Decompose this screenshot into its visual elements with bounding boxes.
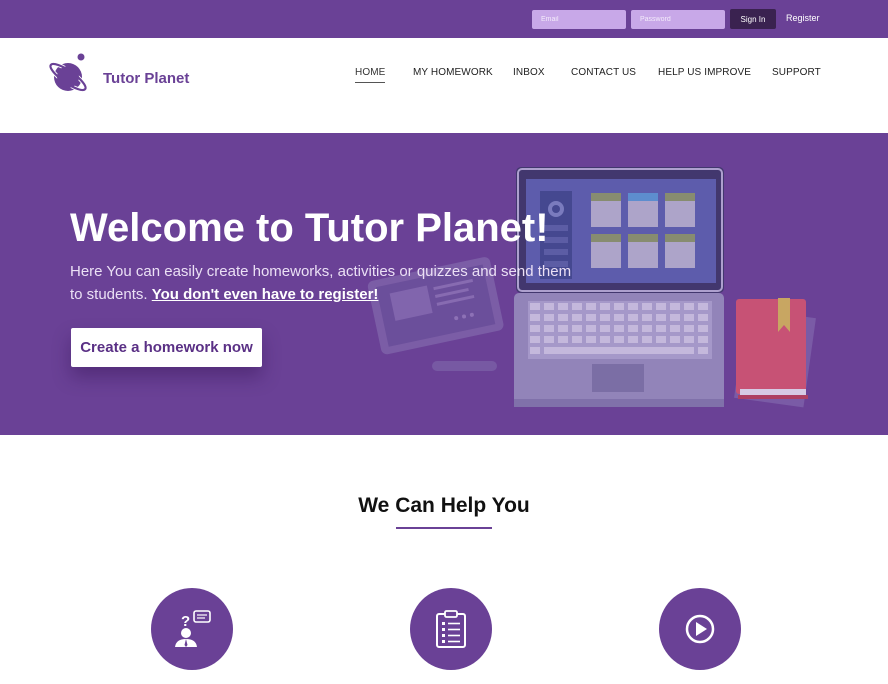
hero-section: Welcome to Tutor Planet! Here You can ea…: [0, 133, 888, 435]
password-field[interactable]: [631, 10, 725, 29]
hero-register-link[interactable]: You don't even have to register!: [152, 286, 379, 303]
brand-name[interactable]: Tutor Planet: [103, 70, 189, 87]
title-underline: [396, 527, 492, 529]
register-link[interactable]: Register: [786, 13, 820, 23]
svg-text:?: ?: [181, 613, 190, 630]
sign-in-button[interactable]: Sign In: [730, 9, 776, 29]
create-homework-button[interactable]: Create a homework now: [71, 328, 262, 367]
email-field[interactable]: [532, 10, 626, 29]
nav-help-us-improve[interactable]: HELP US IMPROVE: [658, 67, 751, 78]
nav-home[interactable]: HOME: [355, 67, 386, 83]
question-person-icon: ?: [175, 610, 211, 647]
nav-contact-us[interactable]: CONTACT US: [571, 67, 636, 78]
clipboard-icon: [436, 610, 466, 648]
feature-question-person[interactable]: ?: [151, 588, 233, 670]
feature-video[interactable]: [659, 588, 741, 670]
play-icon: [685, 614, 715, 644]
nav-my-homework[interactable]: MY HOMEWORK: [413, 67, 493, 78]
nav-inbox[interactable]: INBOX: [513, 67, 545, 78]
planet-logo-icon[interactable]: [48, 52, 90, 96]
hero-subtitle: Here You can easily create homeworks, ac…: [70, 260, 580, 306]
nav-support[interactable]: SUPPORT: [772, 67, 821, 78]
hero-title: Welcome to Tutor Planet!: [70, 206, 549, 250]
main-navbar: Tutor Planet HOME MY HOMEWORK INBOX CONT…: [0, 38, 888, 133]
help-section-title: We Can Help You: [358, 494, 530, 517]
top-bar: Sign In Register: [0, 0, 888, 38]
feature-clipboard[interactable]: [410, 588, 492, 670]
